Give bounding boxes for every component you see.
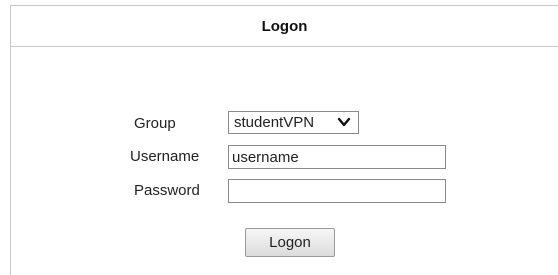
chevron-down-icon xyxy=(337,117,351,127)
group-label: Group xyxy=(134,115,176,132)
group-selected-value: studentVPN xyxy=(234,114,315,131)
password-label: Password xyxy=(134,182,200,199)
username-label: Username xyxy=(130,148,200,165)
password-field[interactable] xyxy=(228,179,446,203)
panel-title: Logon xyxy=(11,6,558,47)
group-select[interactable]: studentVPN xyxy=(228,111,359,134)
username-field[interactable] xyxy=(228,145,446,169)
logon-button[interactable]: Logon xyxy=(245,228,335,257)
